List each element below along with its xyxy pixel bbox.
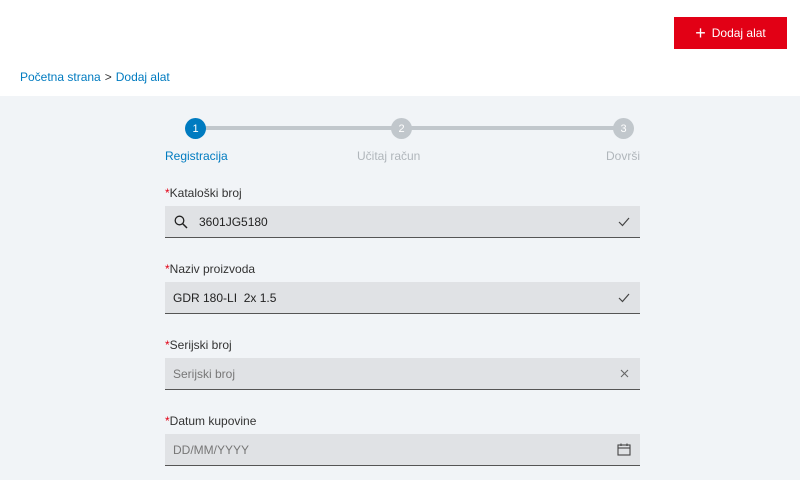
catalog-number-field: *Kataloški broj <box>165 186 640 238</box>
catalog-number-label: *Kataloški broj <box>165 186 640 202</box>
breadcrumb-home-link[interactable]: Početna strana <box>20 70 101 84</box>
purchase-date-label-text: Datum kupovine <box>169 414 257 428</box>
product-name-box <box>165 282 640 314</box>
search-icon <box>173 214 189 230</box>
step-3-circle: 3 <box>613 118 634 139</box>
serial-number-label: *Serijski broj <box>165 338 640 354</box>
product-name-label: *Naziv proizvoda <box>165 262 640 278</box>
purchase-date-field: *Datum kupovine <box>165 414 640 466</box>
step-1-circle: 1 <box>185 118 206 139</box>
product-name-field: *Naziv proizvoda <box>165 262 640 314</box>
serial-number-field: *Serijski broj <box>165 338 640 390</box>
main-content: 1 2 3 Registracija Učitaj račun Dovrši *… <box>0 96 800 480</box>
check-icon <box>616 214 632 230</box>
step-2-label: Učitaj račun <box>357 149 421 163</box>
clear-icon[interactable] <box>616 366 632 382</box>
breadcrumb-current-link[interactable]: Dodaj alat <box>116 70 170 84</box>
catalog-number-input[interactable] <box>199 206 616 237</box>
check-icon <box>616 290 632 306</box>
step-connector-2 <box>402 126 618 130</box>
serial-number-label-text: Serijski broj <box>169 338 232 352</box>
serial-number-box <box>165 358 640 390</box>
calendar-icon[interactable] <box>616 442 632 458</box>
step-3-label: Dovrši <box>605 149 640 163</box>
purchase-date-box <box>165 434 640 466</box>
product-name-input[interactable] <box>173 282 616 313</box>
purchase-date-input[interactable] <box>173 434 616 465</box>
progress-stepper: 1 2 3 Registracija Učitaj račun Dovrši <box>165 116 640 164</box>
step-1-label: Registracija <box>165 149 228 163</box>
catalog-number-box <box>165 206 640 238</box>
breadcrumb: Početna strana > Dodaj alat <box>20 70 170 84</box>
top-bar: + Dodaj alat Početna strana > Dodaj alat <box>0 0 800 96</box>
serial-number-input[interactable] <box>173 358 616 389</box>
add-tool-button[interactable]: + Dodaj alat <box>674 17 787 49</box>
step-connector-1 <box>196 126 402 130</box>
step-2-circle: 2 <box>391 118 412 139</box>
catalog-number-label-text: Kataloški broj <box>169 186 242 200</box>
plus-icon: + <box>695 23 706 43</box>
add-tool-label: Dodaj alat <box>711 26 766 40</box>
purchase-date-label: *Datum kupovine <box>165 414 640 430</box>
breadcrumb-separator: > <box>104 70 112 84</box>
product-name-label-text: Naziv proizvoda <box>169 262 256 276</box>
